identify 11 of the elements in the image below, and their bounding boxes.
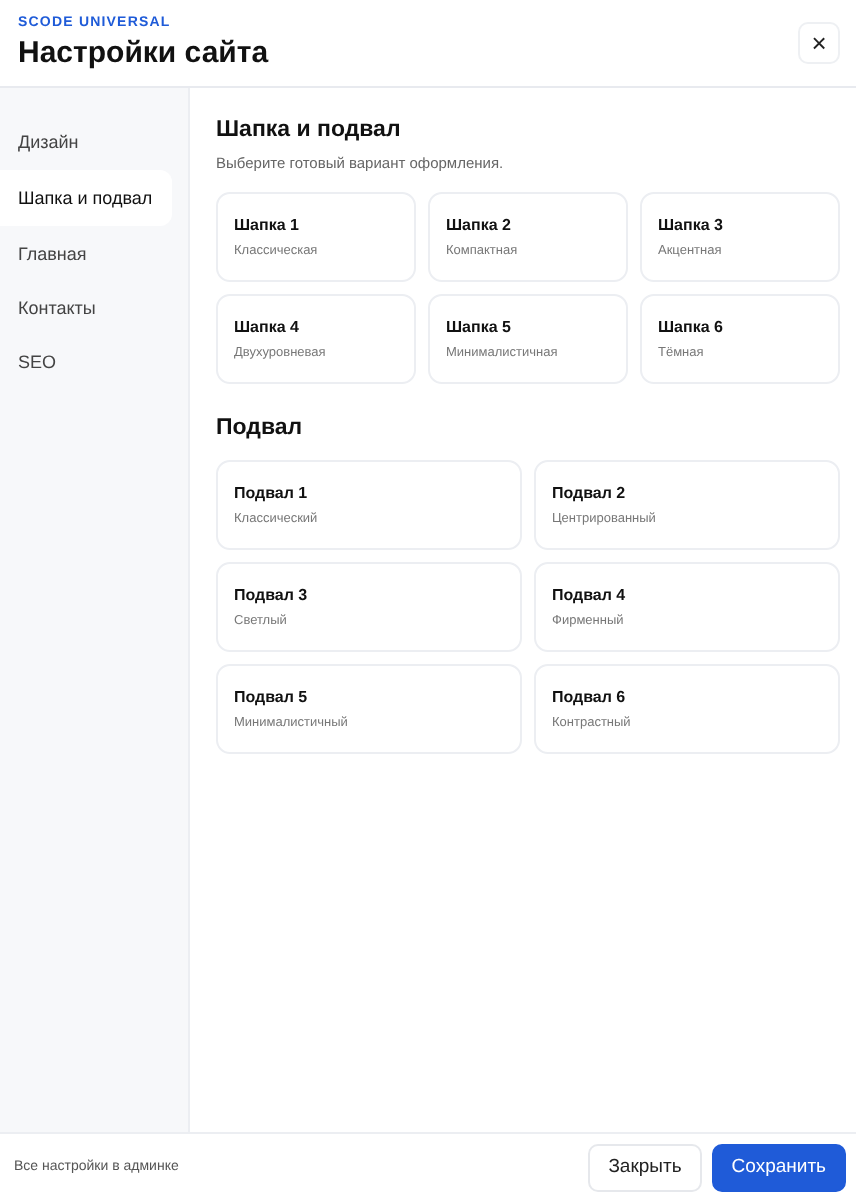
window-title: Настройки сайта — [18, 36, 269, 70]
close-button[interactable]: × — [798, 22, 840, 64]
sidebar-item[interactable]: Главная — [0, 228, 172, 280]
close-button[interactable]: Закрыть — [588, 1143, 702, 1191]
sidebar-item[interactable]: Дизайн — [0, 116, 172, 168]
sidebar-item[interactable]: SEO — [0, 336, 172, 388]
save-button[interactable]: Сохранить — [711, 1143, 846, 1191]
sidebar-item[interactable]: Шапка и подвал — [0, 170, 172, 226]
section-title: Подвал — [216, 416, 305, 440]
section-title: Шапка и подвал — [216, 118, 403, 142]
sidebar-item[interactable]: Контакты — [0, 282, 172, 334]
